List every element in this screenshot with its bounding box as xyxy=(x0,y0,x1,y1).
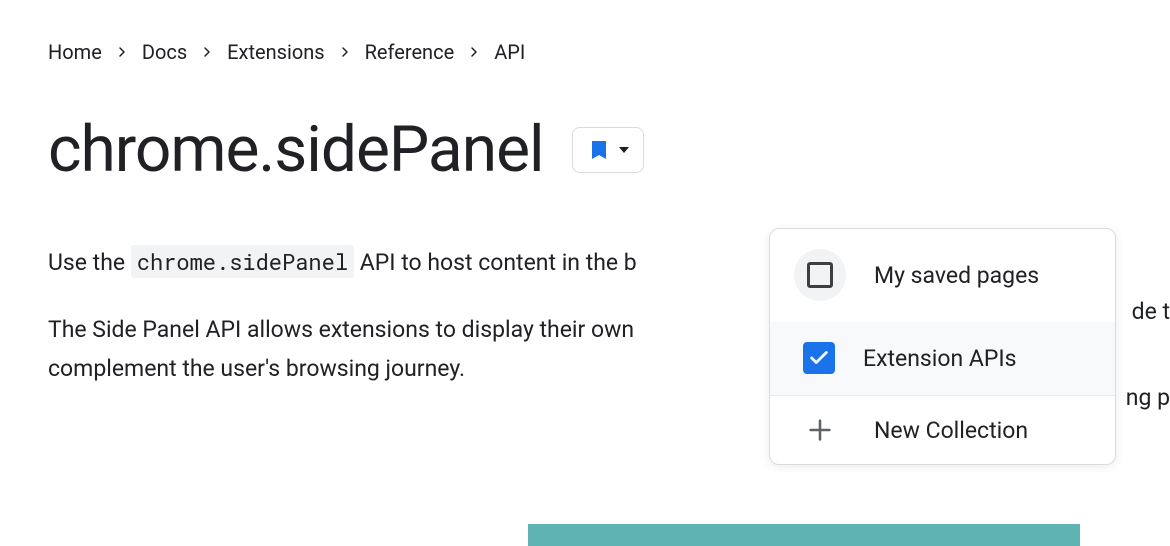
cutoff-text: de t xyxy=(1132,298,1170,325)
breadcrumb-docs[interactable]: Docs xyxy=(142,40,187,64)
breadcrumb-reference[interactable]: Reference xyxy=(365,40,455,64)
bookmark-dropdown: My saved pages Extension APIs New Collec… xyxy=(769,228,1116,465)
description-line2: complement the user's browsing journey. xyxy=(48,355,465,382)
description-line1: The Side Panel API allows extensions to … xyxy=(48,316,634,343)
page-title: chrome.sidePanel xyxy=(48,112,544,187)
breadcrumb: Home Docs Extensions Reference API xyxy=(48,40,1122,64)
chevron-right-icon xyxy=(468,46,480,58)
new-collection-button[interactable]: New Collection xyxy=(770,395,1115,464)
breadcrumb-extensions[interactable]: Extensions xyxy=(227,40,324,64)
checkbox-checked-icon xyxy=(803,342,835,374)
caret-down-icon xyxy=(619,147,629,153)
intro-prefix: Use the xyxy=(48,249,131,276)
intro-code: chrome.sidePanel xyxy=(131,245,354,278)
plus-icon xyxy=(794,416,846,444)
collection-extension-apis[interactable]: Extension APIs xyxy=(770,322,1115,395)
new-collection-label: New Collection xyxy=(874,417,1028,444)
collection-my-saved-pages[interactable]: My saved pages xyxy=(770,229,1115,322)
chevron-right-icon xyxy=(339,46,351,58)
intro-suffix: API to host content in the b xyxy=(354,249,637,276)
title-row: chrome.sidePanel xyxy=(48,112,1122,187)
cutoff-text: ng p xyxy=(1126,384,1170,411)
chevron-right-icon xyxy=(116,46,128,58)
chevron-right-icon xyxy=(201,46,213,58)
decorative-strip xyxy=(528,524,1080,546)
bookmark-button[interactable] xyxy=(572,127,644,173)
checkbox-unchecked-icon xyxy=(794,249,846,301)
breadcrumb-home[interactable]: Home xyxy=(48,40,102,64)
collection-label: My saved pages xyxy=(874,262,1039,289)
collection-label: Extension APIs xyxy=(863,345,1017,372)
bookmark-icon xyxy=(587,138,611,162)
breadcrumb-api[interactable]: API xyxy=(494,40,525,64)
